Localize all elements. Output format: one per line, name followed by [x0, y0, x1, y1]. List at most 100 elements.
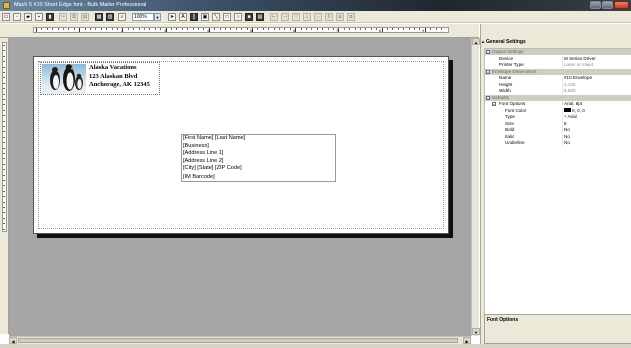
- property-row-font-options[interactable]: – Font Options Arial, 8pt: [485, 101, 631, 107]
- address-line: [Address Line 1]: [183, 150, 224, 157]
- ellipse-tool-icon[interactable]: ○: [234, 13, 242, 21]
- scroll-thumb[interactable]: [18, 338, 458, 343]
- property-row[interactable]: Type ŦArial: [485, 114, 631, 120]
- collapse-icon[interactable]: –: [486, 95, 490, 100]
- properties-panel: ▲ General Settings – Output Settings Dev…: [480, 24, 631, 344]
- collapse-icon[interactable]: –: [486, 69, 490, 74]
- center-vertical-icon[interactable]: ⇕: [325, 13, 333, 21]
- center-horizontal-icon[interactable]: ⇔: [314, 13, 322, 21]
- property-row[interactable]: Height 4.125: [485, 81, 631, 88]
- pointer-tool-icon[interactable]: ➤: [168, 13, 176, 21]
- ruler-tick: [90, 28, 91, 30]
- scroll-up-icon[interactable]: ▲: [472, 38, 480, 45]
- barcode-tool-icon[interactable]: ║: [190, 13, 198, 21]
- ruler-tick: [63, 28, 64, 30]
- text-tool-icon[interactable]: A: [179, 13, 187, 21]
- ruler-tick: [316, 28, 318, 30]
- ruler-tick: [381, 28, 383, 32]
- align-right-icon[interactable]: ⊣: [281, 13, 289, 21]
- category-envelope-dimensions[interactable]: – Envelope Dimensions: [485, 68, 631, 75]
- category-output-settings[interactable]: – Output Settings: [485, 49, 631, 56]
- ruler-tick: [3, 158, 5, 160]
- ruler-tick: [3, 174, 5, 176]
- ruler-tick: [3, 190, 5, 192]
- grid-icon[interactable]: ▦: [95, 13, 103, 21]
- page-setup-icon[interactable]: ▭: [2, 13, 10, 21]
- ruler-tick: [149, 28, 151, 30]
- horizontal-scrollbar[interactable]: ◀ ▶: [9, 336, 471, 344]
- ruler-tick: [214, 28, 216, 30]
- print-icon[interactable]: ▮: [46, 13, 54, 21]
- property-row[interactable]: Size 8: [485, 120, 631, 127]
- ruler-tick: [3, 217, 5, 219]
- maximize-button[interactable]: [602, 1, 613, 9]
- scroll-right-icon[interactable]: ▶: [463, 337, 471, 344]
- property-grid[interactable]: – Output Settings Device M Series Driver…: [484, 48, 631, 316]
- font-color-swatch[interactable]: [564, 108, 571, 112]
- ruler-tick: [306, 28, 307, 30]
- property-row[interactable]: Underline No: [485, 140, 631, 146]
- ruler-tick: [106, 28, 108, 30]
- zoom-select[interactable]: 100%: [132, 13, 154, 21]
- image-tool-icon[interactable]: ▣: [201, 13, 209, 21]
- line-tool-icon[interactable]: ╲: [212, 13, 220, 21]
- vertical-scrollbar[interactable]: ▲ ▼: [471, 38, 480, 336]
- align-bottom-icon[interactable]: ⊥: [303, 13, 311, 21]
- align-left-icon[interactable]: ⊢: [270, 13, 278, 21]
- ruler-tick: [3, 88, 5, 90]
- send-back-icon[interactable]: ⧇: [347, 13, 355, 21]
- ruler-tick: [117, 28, 118, 30]
- return-street: 123 Alaskan Blvd: [89, 72, 138, 80]
- close-button[interactable]: [614, 1, 629, 9]
- ruler-tick: [273, 28, 275, 30]
- collapse-icon[interactable]: –: [492, 102, 496, 106]
- save-icon[interactable]: ▪: [35, 13, 43, 21]
- property-row[interactable]: Width 9.500: [485, 88, 631, 94]
- return-city: Anchorage, AK 12345: [89, 81, 150, 88]
- ruler-tick: [311, 28, 313, 30]
- ruler-tick: [208, 28, 210, 32]
- vertical-ruler: [0, 38, 9, 334]
- ruler-tick: [144, 28, 145, 30]
- return-address-block[interactable]: Alaska Vacations 123 Alaskan Blvd Anchor…: [40, 62, 160, 95]
- rectangle-tool-icon[interactable]: □: [223, 13, 231, 21]
- description-title: Font Options: [487, 317, 519, 323]
- scroll-down-icon[interactable]: ▼: [472, 328, 480, 335]
- ruler-tick: [3, 104, 5, 106]
- scroll-left-icon[interactable]: ◀: [9, 337, 17, 344]
- minimize-button[interactable]: [590, 1, 601, 9]
- envelope[interactable]: Alaska Vacations 123 Alaskan Blvd Anchor…: [33, 56, 449, 234]
- ruler-tick: [376, 28, 378, 30]
- copy-icon[interactable]: ⧉: [70, 13, 78, 21]
- collapse-icon[interactable]: ▲: [481, 38, 485, 46]
- ruler-tick: [3, 131, 5, 133]
- ruler-scale: [2, 42, 7, 232]
- category-defaults[interactable]: – Defaults: [485, 94, 631, 101]
- ruler-tick: [198, 28, 199, 30]
- bring-front-icon[interactable]: ⧈: [336, 13, 344, 21]
- rulers-icon[interactable]: ▥: [106, 13, 114, 21]
- property-row[interactable]: Font Color 0, 0, 0: [485, 107, 631, 114]
- fill-tool-icon[interactable]: ■: [245, 13, 253, 21]
- open-icon[interactable]: ▰: [24, 13, 32, 21]
- recipient-address-block[interactable]: [First Name] [Last Name] [Business] [Add…: [181, 134, 336, 182]
- zoom-icon[interactable]: ⌕: [118, 13, 126, 21]
- property-row[interactable]: Name #10 Envelope: [485, 75, 631, 81]
- cut-icon[interactable]: ✂: [59, 13, 67, 21]
- property-row[interactable]: Device M Series Driver: [485, 55, 631, 62]
- ruler-tick: [3, 185, 5, 187]
- new-icon[interactable]: ▫: [13, 13, 21, 21]
- align-top-icon[interactable]: ⊤: [292, 13, 300, 21]
- ruler-tick: [360, 28, 361, 30]
- design-canvas[interactable]: Alaska Vacations 123 Alaskan Blvd Anchor…: [9, 38, 471, 336]
- address-block-icon[interactable]: ▤: [256, 13, 264, 21]
- chevron-down-icon[interactable]: ▼: [154, 13, 161, 21]
- property-row[interactable]: Bold No: [485, 127, 631, 133]
- ruler-tick: [430, 28, 432, 30]
- property-row[interactable]: Italic No: [485, 133, 631, 140]
- paste-icon[interactable]: ▤: [81, 13, 89, 21]
- ruler-tick: [241, 28, 243, 30]
- property-row[interactable]: Printer Type Laser or Inkjet: [485, 62, 631, 68]
- collapse-icon[interactable]: –: [486, 50, 490, 54]
- ruler-tick: [3, 169, 5, 171]
